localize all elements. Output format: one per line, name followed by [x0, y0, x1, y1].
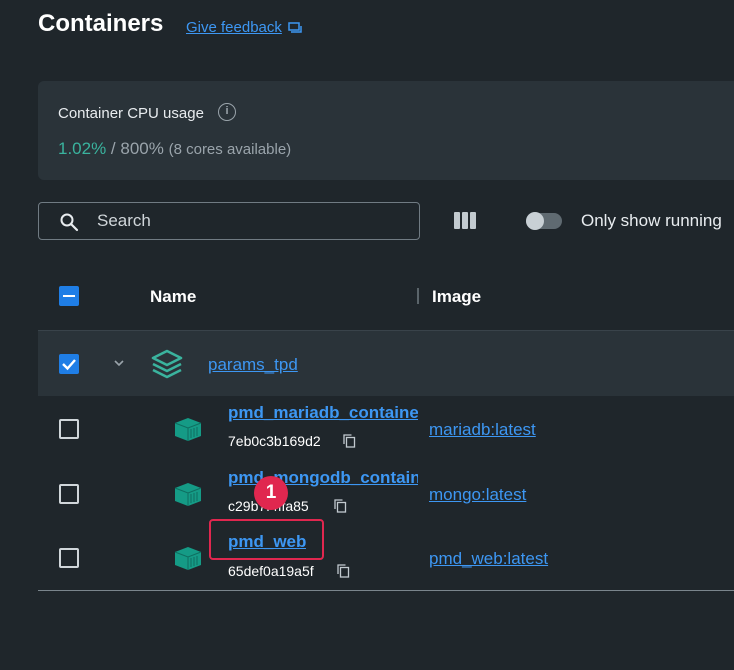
search-icon	[60, 213, 79, 232]
page-title: Containers	[38, 10, 164, 37]
cpu-total-value: 800%	[120, 139, 164, 158]
select-all-checkbox[interactable]	[59, 286, 79, 306]
toggle-knob	[526, 212, 544, 230]
column-header-name[interactable]: Name	[150, 287, 196, 307]
group-name-link[interactable]: params_tpd	[208, 355, 298, 375]
cpu-separator: /	[106, 139, 121, 158]
container-icon	[174, 547, 202, 570]
copy-icon[interactable]	[334, 499, 347, 513]
cpu-usage-values: 1.02% / 800% (8 cores available)	[58, 139, 291, 159]
checkmark-icon	[62, 359, 76, 371]
only-running-toggle[interactable]	[526, 212, 562, 230]
copy-icon[interactable]	[337, 564, 350, 578]
container-id: 7eb0c3b169d2	[228, 433, 321, 449]
only-running-label: Only show running	[581, 211, 722, 230]
container-id: 65def0a19a5f	[228, 563, 314, 579]
step-badge: 1	[254, 476, 288, 510]
column-bar	[470, 212, 476, 229]
give-feedback-label: Give feedback	[186, 19, 282, 36]
cpu-cores-note: (8 cores available)	[168, 141, 292, 158]
compose-stack-icon	[151, 349, 183, 379]
chevron-down-icon[interactable]	[112, 356, 126, 370]
cpu-usage-card: Container CPU usage i 1.02% / 800% (8 co…	[38, 81, 734, 180]
group-row[interactable]: params_tpd	[38, 330, 734, 396]
table-header: Name Image	[38, 265, 734, 329]
container-image-link[interactable]: mariadb:latest	[429, 420, 536, 440]
container-icon	[174, 483, 202, 506]
cpu-used-value: 1.02%	[58, 139, 107, 158]
row-checkbox[interactable]	[59, 484, 79, 504]
table-row[interactable]: pmd_mongodb_contain c29b7f4ffa85 mongo:l…	[38, 461, 734, 526]
container-icon	[174, 418, 202, 441]
table-row[interactable]: pmd_web 65def0a19a5f pmd_web:latest	[38, 526, 734, 591]
column-bar	[454, 212, 460, 229]
cpu-usage-label: Container CPU usage	[58, 105, 204, 122]
group-checkbox[interactable]	[59, 354, 79, 374]
table-row[interactable]: pmd_mariadb_containe 7eb0c3b169d2 mariad…	[38, 396, 734, 461]
message-square-icon	[288, 21, 302, 33]
give-feedback-link[interactable]: Give feedback	[186, 19, 302, 36]
highlight-box	[209, 519, 324, 560]
table-bottom-divider	[38, 590, 734, 591]
row-checkbox[interactable]	[59, 419, 79, 439]
column-bar	[462, 212, 468, 229]
copy-icon[interactable]	[343, 434, 356, 448]
container-name-link[interactable]: pmd_mariadb_containe	[228, 403, 418, 423]
column-header-image[interactable]: Image	[432, 287, 481, 307]
search-input[interactable]	[97, 203, 407, 239]
container-image-link[interactable]: pmd_web:latest	[429, 549, 548, 569]
column-resize-handle[interactable]	[417, 288, 419, 304]
container-image-link[interactable]: mongo:latest	[429, 485, 526, 505]
info-icon[interactable]: i	[218, 103, 236, 121]
column-layout-icon[interactable]	[454, 212, 476, 229]
search-box[interactable]	[38, 202, 420, 240]
row-checkbox[interactable]	[59, 548, 79, 568]
